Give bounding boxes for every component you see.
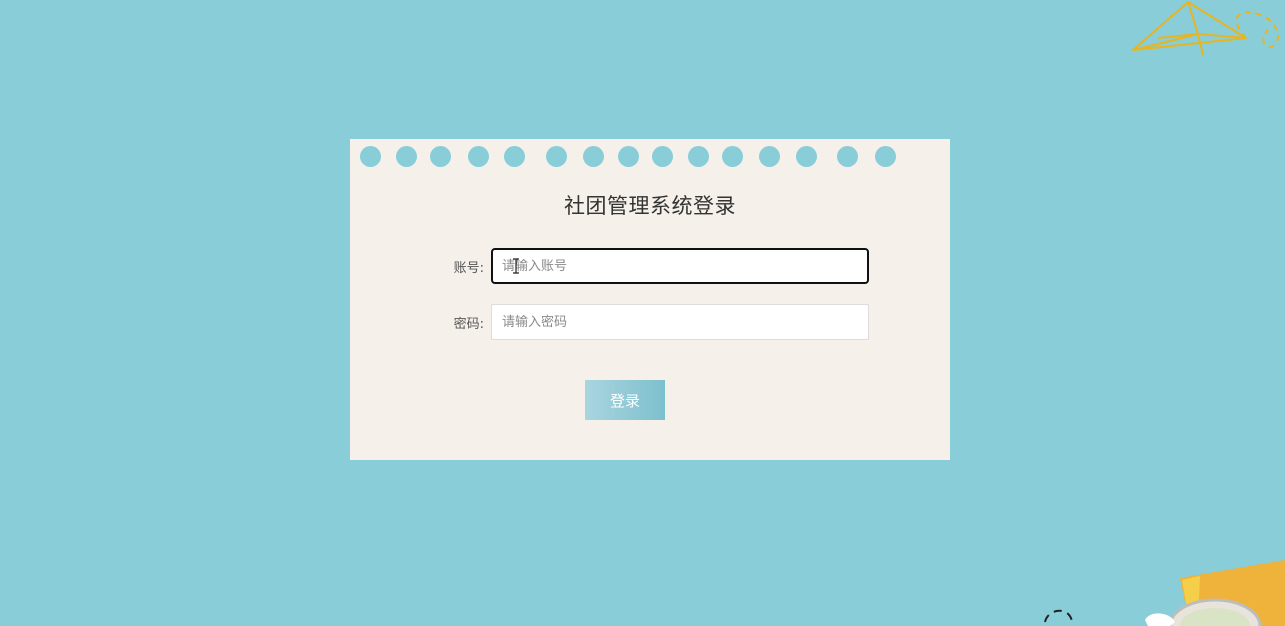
decoration-illustration (1044, 560, 1285, 626)
binding-hole (759, 146, 780, 167)
binding-hole (583, 146, 604, 167)
binding-hole (618, 146, 639, 167)
login-card: 社团管理系统登录 账号: 密码: 登录 (350, 139, 950, 460)
account-label: 账号: (453, 261, 484, 276)
account-input[interactable] (491, 248, 869, 284)
paper-plane-icon (1132, 1, 1279, 56)
notebook-binding (350, 139, 950, 173)
binding-hole (546, 146, 567, 167)
binding-hole (688, 146, 709, 167)
password-row: 密码: (350, 304, 950, 340)
page-title: 社团管理系统登录 (564, 194, 736, 218)
login-page: 社团管理系统登录 账号: 密码: 登录 (0, 0, 1285, 626)
binding-hole (360, 146, 381, 167)
account-row: 账号: (350, 248, 950, 284)
login-button[interactable]: 登录 (585, 380, 665, 420)
binding-hole (837, 146, 858, 167)
binding-hole (430, 146, 451, 167)
text-cursor-icon (513, 258, 519, 274)
password-label: 密码: (453, 317, 484, 332)
binding-hole (468, 146, 489, 167)
binding-hole (875, 146, 896, 167)
binding-hole (652, 146, 673, 167)
password-input[interactable] (491, 304, 869, 340)
binding-hole (396, 146, 417, 167)
binding-hole (722, 146, 743, 167)
binding-hole (504, 146, 525, 167)
binding-hole (796, 146, 817, 167)
